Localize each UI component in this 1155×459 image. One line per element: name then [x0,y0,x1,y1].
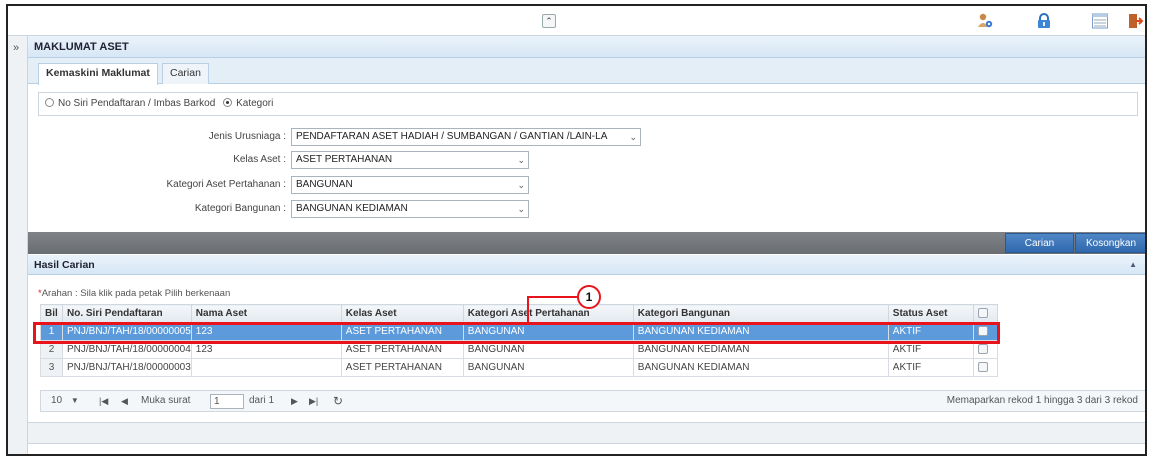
calendar-icon[interactable] [1091,12,1109,30]
col-kategori-bangunan: Kategori Bangunan [632,304,889,323]
chevron-down-icon: ⌄ [517,204,525,214]
form-row-bangunan: Kategori Bangunan : BANGUNAN KEDIAMAN ⌄ [28,200,728,218]
cell-bangunan: BANGUNAN KEDIAMAN [632,358,889,377]
user-settings-icon[interactable] [976,12,994,30]
results-title: Hasil Carian [34,259,95,271]
page-size-select[interactable]: 10 ▼ [51,391,79,411]
tab-kemaskini-maklumat[interactable]: Kemaskini Maklumat [38,63,158,85]
col-nama-aset: Nama Aset [190,304,342,323]
dropdown-triangle-icon: ▼ [70,396,79,405]
kategori-aset-label: Kategori Aset Pertahanan : [166,179,286,190]
refresh-icon[interactable]: ↻ [333,391,343,411]
callout-badge: 1 [577,285,601,309]
pagination-bar: 10 ▼ |◀ ◀ Muka surat 1 dari 1 ▶ ▶| ↻ Mem… [40,390,1145,412]
radio-no-siri-label: No Siri Pendaftaran / Imbas Barkod [58,98,216,109]
row-checkbox[interactable] [977,343,988,354]
cell-pilih [972,358,998,377]
collapse-up-icon[interactable]: ⌃ [542,14,556,28]
first-page-icon[interactable]: |◀ [99,391,108,411]
row-highlight-annotation [33,322,1000,344]
radio-kategori[interactable] [223,98,233,107]
tab-carian[interactable]: Carian [162,63,209,84]
search-mode-radio-group: No Siri Pendaftaran / Imbas Barkod Kateg… [38,92,1138,116]
last-page-icon[interactable]: ▶| [309,391,318,411]
cell-no-siri: PNJ/BNJ/TAH/18/00000003 [62,358,192,377]
page-label: Muka surat [141,395,191,406]
select-all-checkbox[interactable] [977,307,988,318]
kategori-aset-select[interactable]: BANGUNAN ⌄ [291,176,529,194]
jenis-urusniaga-select[interactable]: PENDAFTARAN ASET HADIAH / SUMBANGAN / GA… [291,128,641,146]
kategori-bangunan-select[interactable]: BANGUNAN KEDIAMAN ⌄ [291,200,529,218]
form-row-kelas: Kelas Aset : ASET PERTAHANAN ⌄ [28,151,728,169]
top-bar: ⌃ [8,6,1145,36]
col-no-siri: No. Siri Pendaftaran [62,304,192,323]
kelas-aset-value: ASET PERTAHANAN [296,154,393,165]
form-row-kategori: Kategori Aset Pertahanan : BANGUNAN ⌄ [28,176,728,194]
callout-connector [527,296,579,298]
jenis-urusniaga-value: PENDAFTARAN ASET HADIAH / SUMBANGAN / GA… [296,131,608,142]
radio-kategori-label: Kategori [236,98,274,109]
main-panel: MAKLUMAT ASET Kemaskini Maklumat Carian … [28,36,1145,454]
table-header-row: Bil No. Siri Pendaftaran Nama Aset Kelas… [40,304,998,323]
panel-title: MAKLUMAT ASET [28,36,1145,58]
col-kelas-aset: Kelas Aset [340,304,464,323]
col-bil: Bil [40,304,63,323]
cell-status: AKTIF [887,358,974,377]
page-size-value: 10 [51,395,63,406]
cell-kategori: BANGUNAN [462,358,634,377]
kategori-bangunan-label: Kategori Bangunan : [194,203,286,214]
page-number-input[interactable]: 1 [210,394,244,409]
radio-no-siri[interactable] [45,98,54,107]
tab-bar: Kemaskini Maklumat Carian [28,58,1145,85]
chevron-down-icon: ⌄ [517,155,525,165]
callout-connector [527,297,529,324]
chevron-down-icon: ⌄ [629,132,637,142]
col-select-all [972,304,998,323]
carian-button[interactable]: Carian [1005,233,1074,253]
table-row[interactable]: 3 PNJ/BNJ/TAH/18/00000003 ASET PERTAHANA… [40,358,998,377]
collapse-triangle-icon[interactable]: ▲ [1129,255,1137,275]
cell-bil: 3 [40,358,63,377]
kategori-aset-value: BANGUNAN [296,179,353,190]
instruction-label: Arahan : Sila klik pada petak Pilih berk… [41,288,231,299]
page-of-label: dari 1 [249,395,275,406]
form-row-jenis: Jenis Urusniaga : PENDAFTARAN ASET HADIA… [28,128,728,146]
results-header: Hasil Carian ▲ [28,255,1145,275]
logout-icon[interactable] [1126,12,1144,30]
kosongkan-button[interactable]: Kosongkan [1075,233,1145,253]
col-status-aset: Status Aset [887,304,974,323]
jenis-urusniaga-label: Jenis Urusniaga : [208,131,286,142]
prev-page-icon[interactable]: ◀ [121,391,128,411]
sidebar-toggle[interactable]: » [8,36,28,454]
action-bar: Carian Kosongkan [28,232,1145,254]
kelas-aset-label: Kelas Aset : [233,154,286,165]
kelas-aset-select[interactable]: ASET PERTAHANAN ⌄ [291,151,529,169]
double-chevron-right-icon: » [13,42,20,54]
footer-strip [28,422,1145,444]
cell-kelas: ASET PERTAHANAN [340,358,464,377]
lock-icon[interactable] [1035,12,1053,30]
chevron-down-icon: ⌄ [517,180,525,190]
col-kategori-aset: Kategori Aset Pertahanan [462,304,634,323]
record-summary: Memaparkan rekod 1 hingga 3 dari 3 rekod [946,395,1138,406]
row-checkbox[interactable] [977,361,988,372]
kategori-bangunan-value: BANGUNAN KEDIAMAN [296,203,408,214]
cell-nama [190,358,342,377]
app-window: ⌃ » MAKLUMAT ASET Kemaskini Maklumat Car… [6,4,1147,456]
next-page-icon[interactable]: ▶ [291,391,298,411]
instruction-text: *Arahan : Sila klik pada petak Pilih ber… [38,288,230,299]
